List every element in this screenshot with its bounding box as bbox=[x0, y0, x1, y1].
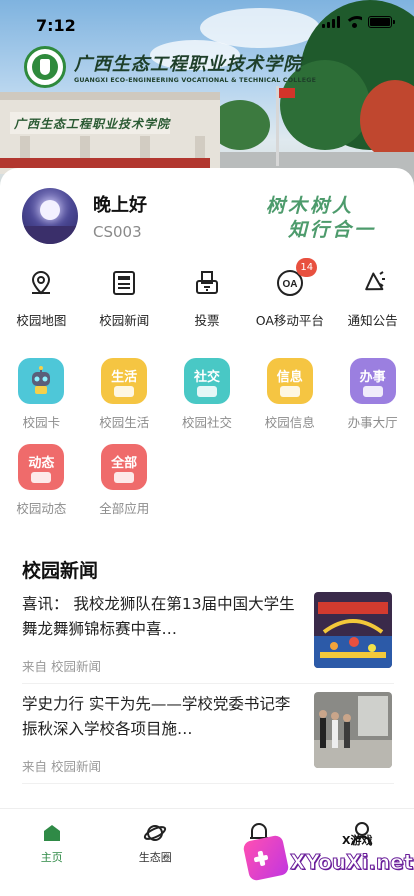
news-item[interactable]: 喜讯： 我校龙狮队在第13届中国大学生舞龙舞狮锦标赛中喜… 来自 校园新闻 bbox=[22, 592, 394, 684]
news-item[interactable]: 学史力行 实干为先——学校党委书记李振秋深入学校各项目施… 来自 校园新闻 bbox=[22, 692, 394, 784]
all-apps-icon: 全部 bbox=[101, 444, 148, 490]
app-label: 全部应用 bbox=[99, 501, 150, 516]
svg-text:OA: OA bbox=[282, 279, 297, 290]
gamepad-logo-icon bbox=[242, 834, 290, 882]
tab-label: 生态圈 bbox=[138, 851, 172, 864]
bell-icon: 动态 bbox=[18, 444, 65, 490]
home-icon bbox=[40, 821, 64, 845]
app-label: 校园动态 bbox=[16, 501, 67, 516]
news-source: 来自 校园新闻 bbox=[22, 659, 101, 674]
app-label: 校园信息 bbox=[264, 415, 315, 430]
news-section-title: 校园新闻 bbox=[22, 560, 99, 582]
app-tile-text: 办事 bbox=[359, 369, 386, 385]
app-tile-text: 信息 bbox=[276, 369, 303, 385]
megaphone-icon bbox=[358, 268, 388, 298]
app-campus-life[interactable]: 生活 校园生活 bbox=[83, 358, 166, 444]
red-banner bbox=[0, 158, 210, 168]
college-name-cn: 广西生态工程职业技术学院 bbox=[74, 54, 302, 75]
map-pin-icon bbox=[26, 268, 56, 298]
news-source: 来自 校园新闻 bbox=[22, 759, 101, 774]
quick-oa-platform[interactable]: OA 14 OA移动平台 bbox=[248, 258, 331, 329]
college-logo: 广西生态工程职业技术学院 GUANGXI ECO-ENGINEERING VOC… bbox=[24, 44, 316, 90]
motto-line-1: 树木树人 bbox=[265, 195, 354, 217]
status-icons bbox=[322, 16, 395, 28]
wifi-icon bbox=[346, 16, 362, 28]
social-icon: 社交 bbox=[183, 358, 230, 404]
life-icon: 生活 bbox=[101, 358, 148, 404]
planet-icon bbox=[143, 821, 167, 845]
status-time: 7:12 bbox=[36, 16, 76, 35]
tab-ecosystem[interactable]: 生态圈 bbox=[104, 809, 208, 896]
newspaper-icon bbox=[109, 268, 139, 298]
app-grid: 校园卡 生活 校园生活 社交 校园社交 信息 校园信息 办事 办事大厅 动态 校… bbox=[0, 358, 414, 530]
gate-sign-text: 广西生态工程职业技术学院 bbox=[14, 117, 171, 131]
app-label: 校园社交 bbox=[181, 415, 232, 430]
app-campus-updates[interactable]: 动态 校园动态 bbox=[0, 444, 83, 530]
tab-label: 主页 bbox=[40, 851, 63, 864]
site-watermark: X游戏 XYouXi.net bbox=[242, 828, 414, 888]
quick-campus-map[interactable]: 校园地图 bbox=[0, 268, 83, 329]
news-headline: 喜讯： 我校龙狮队在第13届中国大学生舞龙舞狮锦标赛中喜… bbox=[22, 595, 295, 638]
info-icon: 信息 bbox=[266, 358, 313, 404]
news-list: 喜讯： 我校龙狮队在第13届中国大学生舞龙舞狮锦标赛中喜… 来自 校园新闻 学史… bbox=[22, 592, 394, 784]
quick-label: OA移动平台 bbox=[255, 313, 324, 328]
service-hall-icon: 办事 bbox=[349, 358, 396, 404]
quick-label: 校园地图 bbox=[16, 313, 67, 328]
battery-icon bbox=[368, 16, 395, 28]
app-tile-text: 全部 bbox=[111, 455, 138, 471]
app-campus-card[interactable]: 校园卡 bbox=[0, 358, 83, 444]
flagpole bbox=[276, 86, 279, 166]
app-campus-info[interactable]: 信息 校园信息 bbox=[248, 358, 331, 444]
home-card: 晚上好 CS003 树木树人 知行合一 校园地图 校园新闻 投票 OA 14 O… bbox=[0, 168, 414, 808]
avatar[interactable] bbox=[22, 188, 78, 244]
news-headline: 学史力行 实干为先——学校党委书记李振秋深入学校各项目施… bbox=[22, 695, 291, 738]
app-label: 校园卡 bbox=[22, 415, 61, 430]
app-label: 办事大厅 bbox=[347, 415, 398, 430]
quick-notices[interactable]: 通知公告 bbox=[331, 268, 414, 329]
app-tile-text: 动态 bbox=[28, 455, 55, 471]
user-profile[interactable]: 晚上好 CS003 bbox=[22, 188, 147, 244]
quick-campus-news[interactable]: 校园新闻 bbox=[83, 268, 166, 329]
app-tile-text: 社交 bbox=[193, 369, 220, 385]
news-thumbnail-site-visit bbox=[314, 692, 392, 768]
app-campus-social[interactable]: 社交 校园社交 bbox=[166, 358, 249, 444]
tab-home[interactable]: 主页 bbox=[0, 809, 104, 896]
user-id: CS003 bbox=[93, 223, 142, 241]
app-tile-text: 生活 bbox=[111, 369, 138, 385]
signal-icon bbox=[322, 16, 340, 28]
news-thumbnail-dragon-lion-dance bbox=[314, 592, 392, 668]
quick-label: 校园新闻 bbox=[99, 313, 150, 328]
college-name-en: GUANGXI ECO-ENGINEERING VOCATIONAL & TEC… bbox=[74, 77, 317, 84]
app-label: 校园生活 bbox=[99, 415, 150, 430]
college-emblem-icon bbox=[24, 46, 66, 88]
watermark-small-text: X游戏 bbox=[342, 834, 373, 847]
motto-line-2: 知行合一 bbox=[287, 219, 376, 241]
app-service-hall[interactable]: 办事 办事大厅 bbox=[331, 358, 414, 444]
app-all-apps[interactable]: 全部 全部应用 bbox=[83, 444, 166, 530]
quick-label: 通知公告 bbox=[347, 313, 398, 328]
school-motto: 树木树人 知行合一 bbox=[266, 194, 376, 242]
ballot-box-icon bbox=[192, 268, 222, 298]
watermark-big-text: XYouXi.net bbox=[289, 850, 414, 875]
oa-badge: 14 bbox=[296, 258, 318, 277]
quick-vote[interactable]: 投票 bbox=[166, 268, 249, 329]
quick-links: 校园地图 校园新闻 投票 OA 14 OA移动平台 通知公告 bbox=[0, 258, 414, 329]
robot-card-icon bbox=[18, 358, 65, 404]
quick-label: 投票 bbox=[194, 313, 220, 328]
greeting-text: 晚上好 bbox=[93, 195, 147, 216]
